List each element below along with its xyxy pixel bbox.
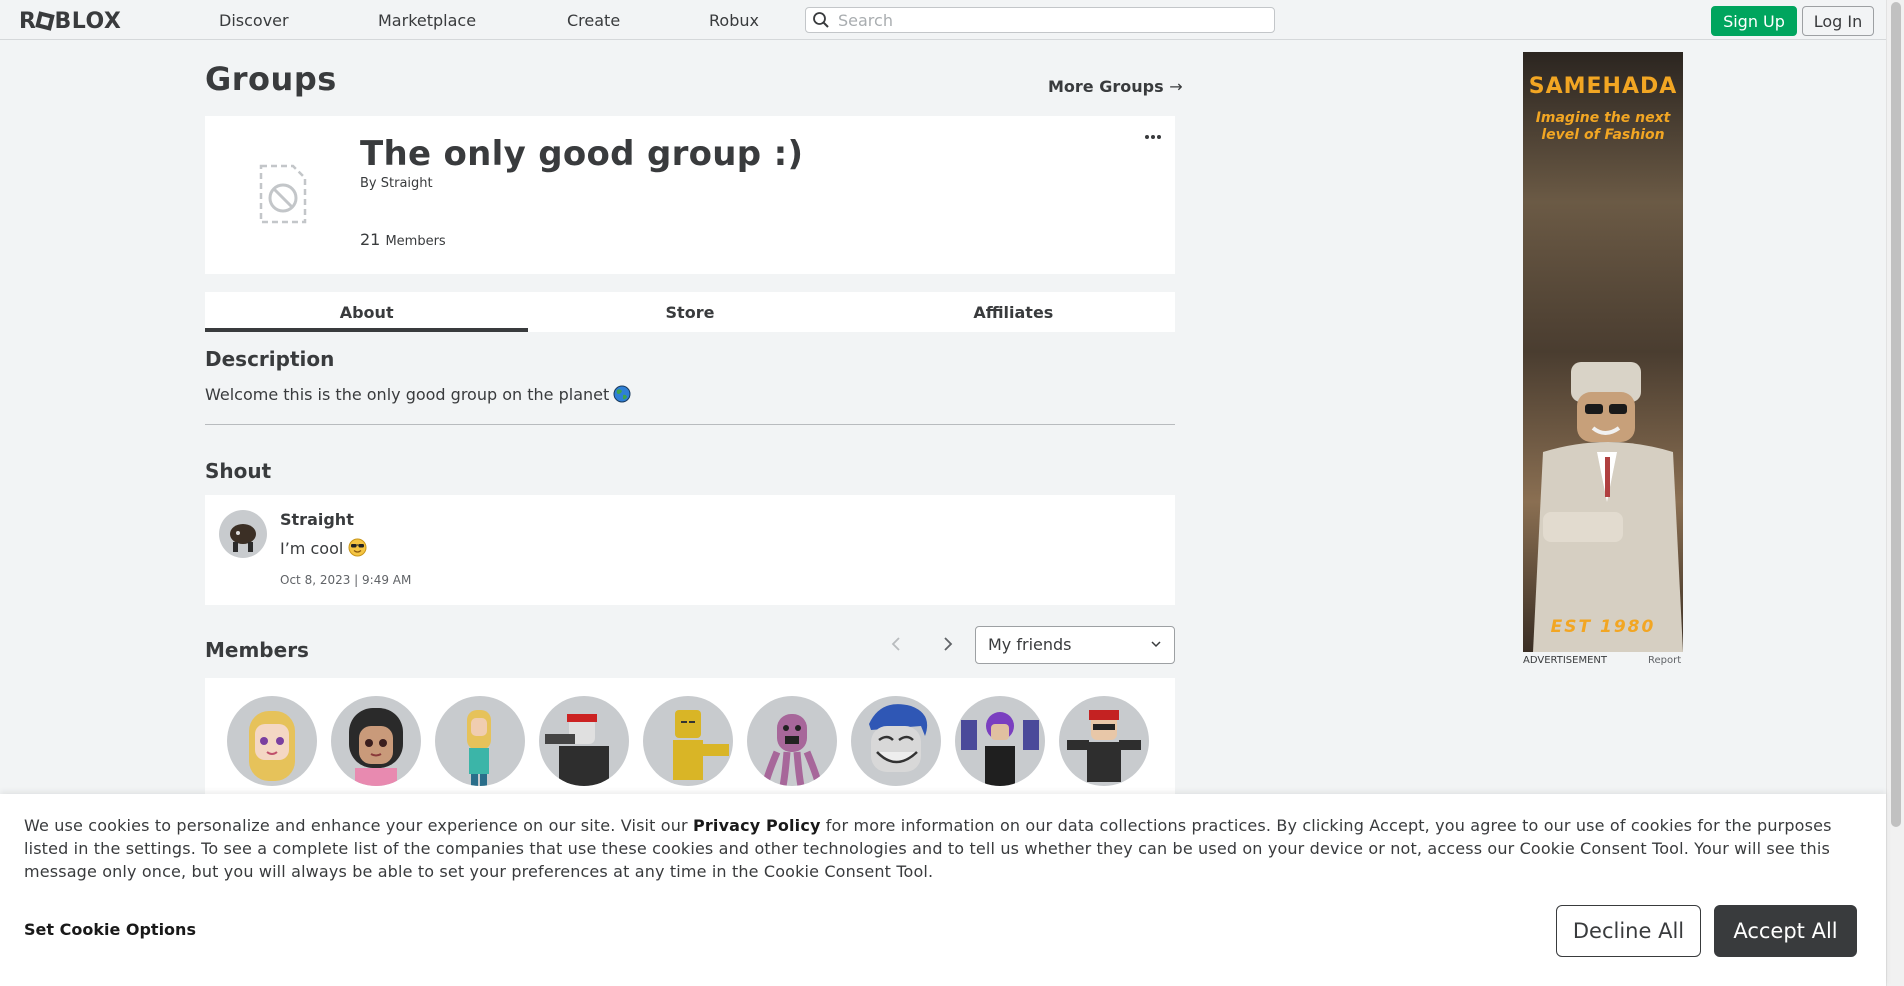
tab-affiliates[interactable]: Affiliates bbox=[852, 292, 1175, 332]
chevron-down-icon bbox=[1151, 641, 1161, 648]
accept-all-button[interactable]: Accept All bbox=[1714, 905, 1857, 957]
group-header-card: The only good group :) By Straight 21 Me… bbox=[205, 116, 1175, 274]
set-cookie-options-link[interactable]: Set Cookie Options bbox=[24, 920, 196, 939]
unavailable-image-icon bbox=[259, 164, 307, 224]
top-navigation: R BLOX Discover Marketplace Create Robux … bbox=[0, 0, 1886, 40]
page-title: Groups bbox=[205, 60, 337, 98]
ad-tagline: Imagine the next level of Fashion bbox=[1523, 110, 1683, 144]
arrow-right-icon: → bbox=[1169, 77, 1183, 96]
decline-all-button[interactable]: Decline All bbox=[1556, 905, 1701, 957]
member-avatar[interactable] bbox=[747, 696, 837, 786]
member-avatar[interactable] bbox=[851, 696, 941, 786]
nav-create[interactable]: Create bbox=[567, 11, 620, 30]
ad-tagline-line2: level of Fashion bbox=[1541, 127, 1665, 143]
advertisement-label: ADVERTISEMENT bbox=[1523, 655, 1608, 666]
group-name: The only good group :) bbox=[360, 134, 804, 174]
members-label: Members bbox=[385, 234, 446, 249]
sign-up-button[interactable]: Sign Up bbox=[1711, 6, 1797, 36]
search-input[interactable] bbox=[838, 10, 1268, 30]
group-owner: By Straight bbox=[360, 176, 433, 191]
more-groups-label: More Groups bbox=[1048, 77, 1164, 96]
shout-avatar[interactable] bbox=[219, 510, 267, 558]
member-avatar[interactable] bbox=[643, 696, 733, 786]
log-in-button[interactable]: Log In bbox=[1802, 6, 1874, 36]
nav-discover[interactable]: Discover bbox=[219, 11, 289, 30]
member-avatar[interactable] bbox=[331, 696, 421, 786]
roblox-logo[interactable]: R BLOX bbox=[19, 9, 121, 34]
shout-username[interactable]: Straight bbox=[280, 510, 354, 529]
member-avatar[interactable] bbox=[539, 696, 629, 786]
tab-about[interactable]: About bbox=[205, 292, 529, 332]
cookie-consent-banner: We use cookies to personalize and enhanc… bbox=[0, 794, 1886, 986]
description-heading: Description bbox=[205, 347, 335, 371]
ad-est-text: EST 1980 bbox=[1550, 617, 1656, 637]
shout-heading: Shout bbox=[205, 459, 272, 483]
description-body: Welcome this is the only good group on t… bbox=[205, 385, 610, 404]
ad-brand: SAMEHADA bbox=[1528, 74, 1678, 99]
member-count-value: 21 bbox=[360, 230, 381, 249]
tab-store[interactable]: Store bbox=[528, 292, 851, 332]
members-filter-value: My friends bbox=[988, 635, 1072, 654]
chevron-left-icon[interactable] bbox=[889, 636, 903, 652]
members-list bbox=[205, 678, 1175, 798]
search-box bbox=[805, 7, 1275, 33]
shout-card: Straight I’m cool Oct 8, 2023 | 9:49 AM bbox=[205, 495, 1175, 605]
shout-message: I’m cool bbox=[280, 538, 367, 558]
member-avatar[interactable] bbox=[227, 696, 317, 786]
chevron-right-icon[interactable] bbox=[941, 636, 955, 652]
more-options-icon[interactable] bbox=[1145, 132, 1165, 142]
search-icon bbox=[813, 12, 829, 28]
by-label: By bbox=[360, 176, 377, 191]
ad-character-image bbox=[1533, 362, 1683, 652]
cookie-text-before: We use cookies to personalize and enhanc… bbox=[24, 816, 694, 835]
cookie-message: We use cookies to personalize and enhanc… bbox=[24, 814, 1864, 883]
member-count: 21 Members bbox=[360, 230, 446, 249]
scrollbar-thumb[interactable] bbox=[1891, 2, 1901, 827]
shout-timestamp: Oct 8, 2023 | 9:49 AM bbox=[280, 573, 412, 587]
owner-link[interactable]: Straight bbox=[381, 176, 433, 191]
ad-report-link[interactable]: Report bbox=[1648, 655, 1681, 666]
shout-text: I’m cool bbox=[280, 539, 344, 558]
member-avatar[interactable] bbox=[1059, 696, 1149, 786]
more-groups-link[interactable]: More Groups → bbox=[1048, 77, 1183, 96]
section-divider bbox=[205, 424, 1175, 425]
globe-emoji-icon bbox=[613, 385, 631, 403]
description-text: Welcome this is the only good group on t… bbox=[205, 385, 631, 404]
nav-robux[interactable]: Robux bbox=[709, 11, 759, 30]
sunglasses-emoji-icon bbox=[348, 538, 367, 557]
member-avatar[interactable] bbox=[435, 696, 525, 786]
ad-tagline-line1: Imagine the next bbox=[1535, 110, 1671, 126]
privacy-policy-link[interactable]: Privacy Policy bbox=[693, 816, 821, 835]
members-heading: Members bbox=[205, 638, 309, 662]
group-tabs: About Store Affiliates bbox=[205, 292, 1175, 332]
advertisement-banner[interactable]: SAMEHADA Imagine the next level of Fashio… bbox=[1523, 52, 1683, 652]
nav-marketplace[interactable]: Marketplace bbox=[378, 11, 476, 30]
page-scrollbar[interactable] bbox=[1886, 0, 1904, 986]
members-filter-dropdown[interactable]: My friends bbox=[975, 626, 1175, 664]
member-avatar[interactable] bbox=[955, 696, 1045, 786]
